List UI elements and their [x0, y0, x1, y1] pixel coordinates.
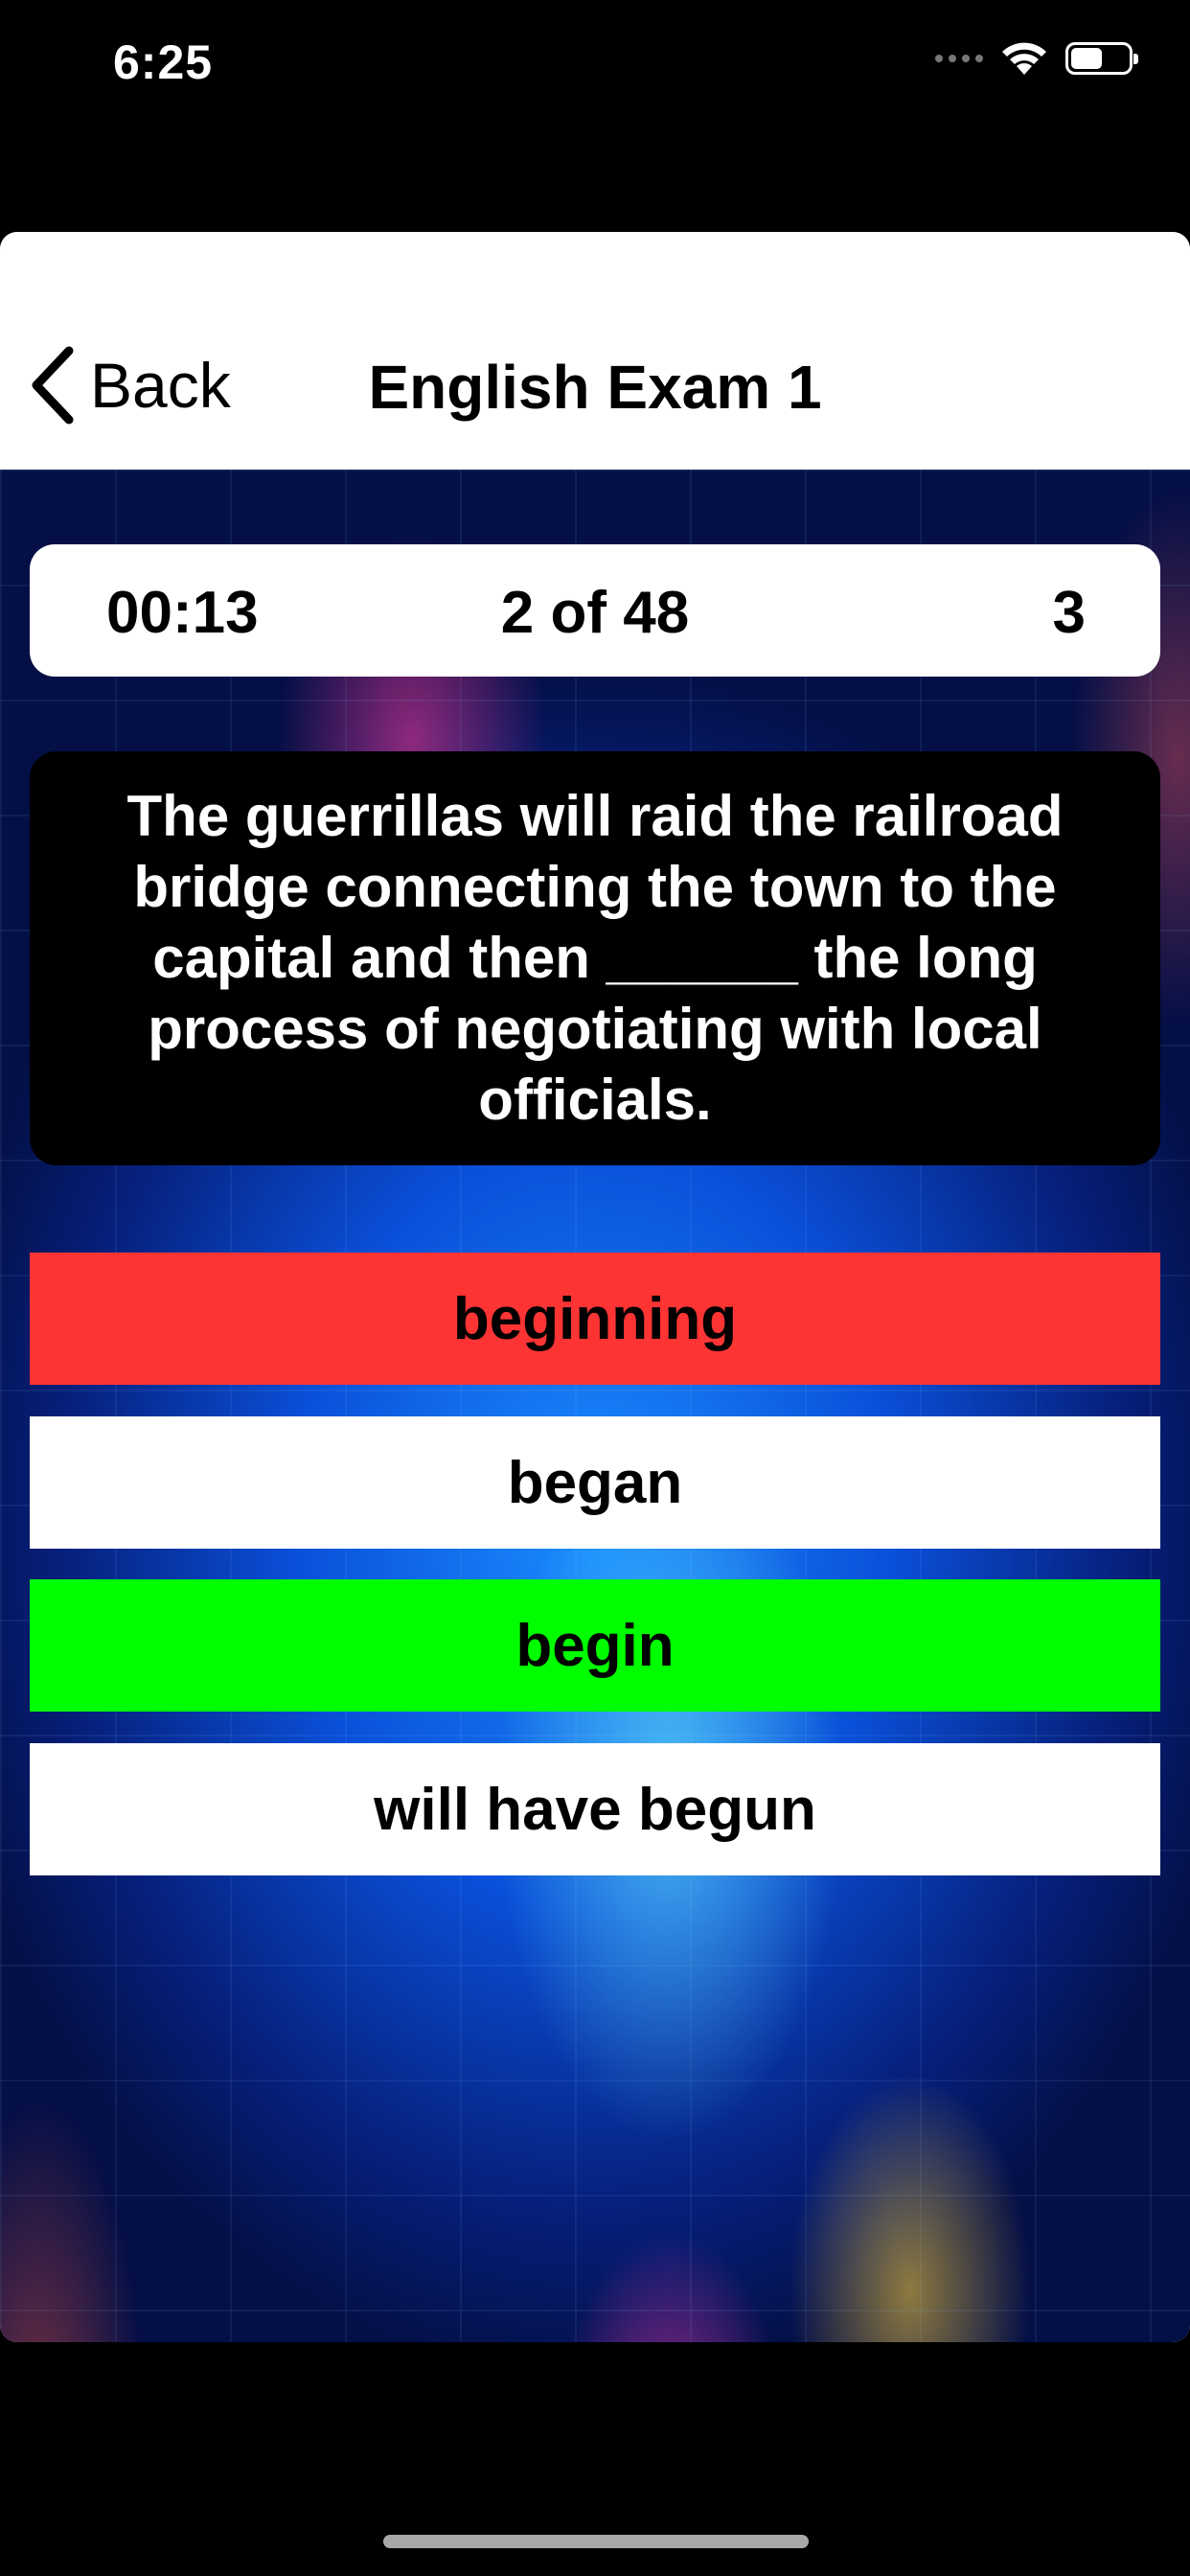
battery-icon: [1065, 42, 1138, 75]
score: 3: [1052, 580, 1086, 646]
status-time: 6:25: [113, 35, 214, 89]
status-bar: 6:25: [0, 0, 1190, 134]
page-title: English Exam 1: [368, 353, 822, 422]
answer-option-2[interactable]: began: [30, 1416, 1160, 1549]
question-progress: 2 of 48: [500, 580, 690, 646]
question-text: The guerrillas will raid the railroad br…: [126, 784, 1064, 1132]
status-icons: [935, 40, 1138, 77]
signal-icon: [935, 55, 983, 62]
screen: 6:25 Back English Exam 1 00:13 2 of 48 3…: [0, 0, 1190, 2576]
wifi-icon: [1002, 42, 1046, 75]
navigation-bar: Back English Exam 1: [0, 232, 1190, 470]
answer-option-4[interactable]: will have begun: [30, 1743, 1160, 1875]
home-indicator: [383, 2535, 809, 2548]
exam-info-bar: 00:13 2 of 48 3: [30, 544, 1160, 677]
question-box: The guerrillas will raid the railroad br…: [30, 751, 1160, 1165]
exam-sheet: Back English Exam 1 00:13 2 of 48 3 The …: [0, 232, 1190, 2342]
answer-option-1[interactable]: beginning: [30, 1253, 1160, 1385]
answer-option-3[interactable]: begin: [30, 1579, 1160, 1712]
